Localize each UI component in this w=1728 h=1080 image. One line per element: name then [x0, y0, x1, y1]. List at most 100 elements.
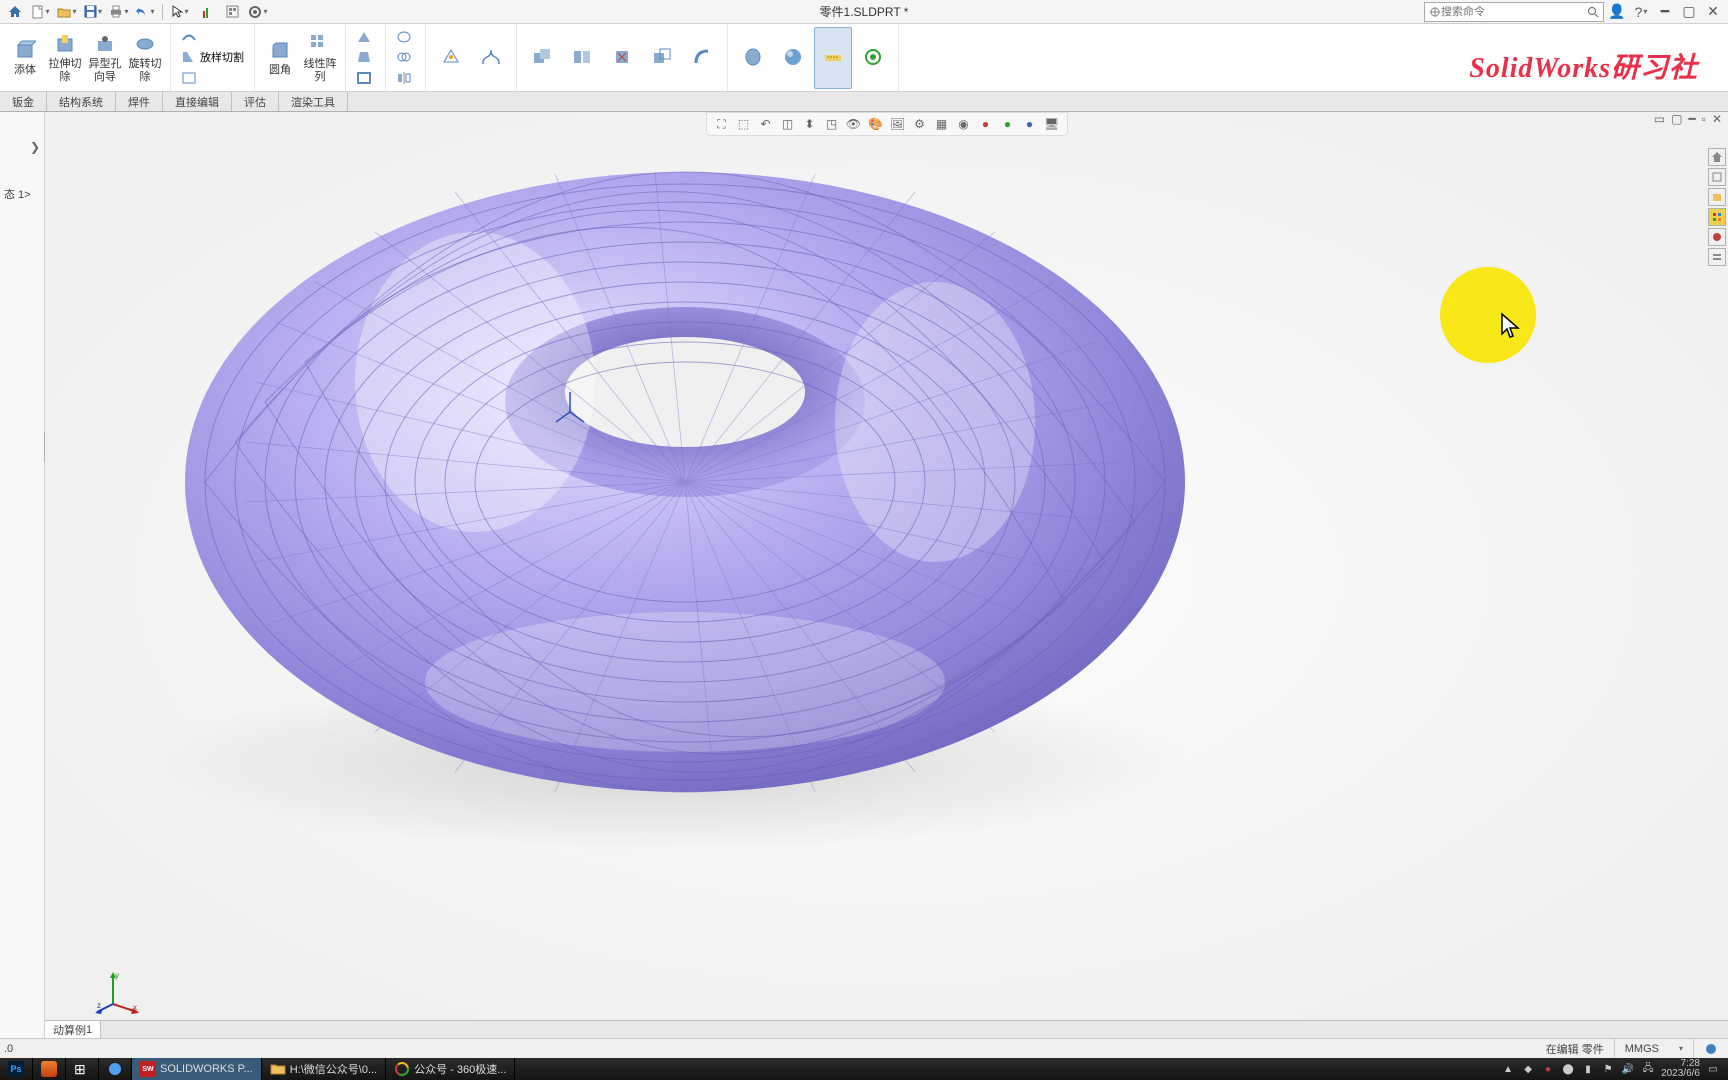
- tab-render[interactable]: 渲染工具: [279, 92, 348, 111]
- tray-d-icon[interactable]: ▮: [1581, 1062, 1595, 1076]
- svg-text:z: z: [97, 1001, 101, 1010]
- doc-close-icon[interactable]: ▫: [1702, 112, 1706, 126]
- tab-direct-edit[interactable]: 直接编辑: [163, 92, 232, 111]
- doc-min-icon[interactable]: ▭: [1654, 112, 1665, 126]
- minimize-button[interactable]: ━: [1654, 2, 1676, 22]
- tray-a-icon[interactable]: ◆: [1521, 1062, 1535, 1076]
- tray-clock[interactable]: 7:28 2023/6/6: [1661, 1059, 1700, 1079]
- wrap-button[interactable]: [392, 27, 419, 47]
- tray-net-icon[interactable]: 🖧: [1641, 1062, 1655, 1076]
- options-icon[interactable]: [221, 2, 243, 22]
- mirror-button[interactable]: [392, 68, 419, 88]
- status-units[interactable]: MMGS ▾: [1615, 1039, 1694, 1058]
- tray-up-icon[interactable]: ▲: [1501, 1062, 1515, 1076]
- select-icon[interactable]: ▾: [169, 2, 191, 22]
- ribbon: 添体 拉伸切 除 异型孔 向导 旋转切 除 放样切割 圆角 线性阵 列: [0, 24, 1728, 92]
- open-icon[interactable]: ▾: [56, 2, 78, 22]
- taskpane-resources-icon[interactable]: [1708, 168, 1726, 186]
- tray-c-icon[interactable]: ⬤: [1561, 1062, 1575, 1076]
- doc-tab-motion[interactable]: 动算例 1: [45, 1021, 101, 1038]
- taskpane-design-lib-icon[interactable]: [1708, 188, 1726, 206]
- expand-chevron-icon[interactable]: ❯: [30, 140, 40, 154]
- settings-icon[interactable]: ▾: [247, 2, 269, 22]
- taskbar-browser[interactable]: 公众号 - 360极速...: [386, 1058, 515, 1080]
- ref-geometry-button[interactable]: [432, 27, 470, 89]
- rib-button[interactable]: [352, 27, 379, 47]
- search-icon: [1587, 6, 1599, 18]
- search-input[interactable]: [1441, 6, 1587, 18]
- move-copy-button[interactable]: [643, 27, 681, 89]
- doc-max-icon[interactable]: ▢: [1671, 112, 1682, 126]
- search-target-icon: [1429, 6, 1441, 18]
- status-bar: .0 在编辑 零件 MMGS ▾: [0, 1038, 1728, 1058]
- close-button[interactable]: ✕: [1702, 2, 1724, 22]
- status-macro-icon[interactable]: [1694, 1039, 1728, 1058]
- tray-e-icon[interactable]: ⚑: [1601, 1062, 1615, 1076]
- taskpane-home-icon[interactable]: [1708, 148, 1726, 166]
- combine-button[interactable]: [523, 27, 561, 89]
- delete-keep-button[interactable]: [603, 27, 641, 89]
- body-button[interactable]: 添体: [6, 27, 44, 89]
- linear-pattern-button[interactable]: 线性阵 列: [301, 27, 339, 89]
- fillet-button[interactable]: 圆角: [261, 27, 299, 89]
- print-icon[interactable]: ▾: [108, 2, 130, 22]
- taskbar-explorer[interactable]: H:\微信公众号\0...: [262, 1058, 386, 1080]
- hole-wizard-button[interactable]: 异型孔 向导: [86, 27, 124, 89]
- tab-weldment[interactable]: 焊件: [116, 92, 163, 111]
- main-area: ❯ 态 1> ⛶ ⬚ ↶ ◫ ⬍ ◳ 👁 🎨 🖼 ⚙ ▦ ◉ ● ● ● 🖥 ▭…: [0, 112, 1728, 1038]
- shell-button[interactable]: [352, 68, 379, 88]
- graphics-viewport[interactable]: ⛶ ⬚ ↶ ◫ ⬍ ◳ 👁 🎨 🖼 ⚙ ▦ ◉ ● ● ● 🖥 ▭ ▢ ━ ▫ …: [45, 112, 1728, 1038]
- tab-sheetmetal[interactable]: 钣金: [0, 92, 47, 111]
- revolve-cut-button[interactable]: 旋转切 除: [126, 27, 164, 89]
- realview-button[interactable]: [774, 27, 812, 89]
- rebuild-icon[interactable]: [195, 2, 217, 22]
- tray-b-icon[interactable]: ●: [1541, 1062, 1555, 1076]
- view-triad[interactable]: y x z: [95, 970, 141, 1016]
- bend-button[interactable]: [683, 27, 721, 89]
- save-icon[interactable]: ▾: [82, 2, 104, 22]
- tab-evaluate[interactable]: 评估: [232, 92, 279, 111]
- tray-sound-icon[interactable]: 🔊: [1621, 1062, 1635, 1076]
- taskbar-app1[interactable]: [33, 1058, 66, 1080]
- search-box[interactable]: [1424, 2, 1604, 22]
- maximize-button[interactable]: ▢: [1678, 2, 1700, 22]
- undo-icon[interactable]: ▾: [134, 2, 156, 22]
- doc-x-icon[interactable]: ✕: [1712, 112, 1722, 126]
- taskbar-app3[interactable]: [99, 1058, 132, 1080]
- cursor-highlight: [1440, 267, 1536, 363]
- command-manager-tabs: 钣金 结构系统 焊件 直接编辑 评估 渲染工具: [0, 92, 1728, 112]
- quick-access-toolbar: ▾ ▾ ▾ ▾ ▾ ▾ ▾ 零件1.SLDPRT * 👤 ?▾ ━ ▢ ✕: [0, 0, 1728, 24]
- status-coord: .0: [0, 1039, 23, 1058]
- svg-text:y: y: [115, 971, 119, 980]
- window-title: 零件1.SLDPRT *: [820, 3, 909, 20]
- system-tray: ▲ ◆ ● ⬤ ▮ ⚑ 🔊 🖧 7:28 2023/6/6 ▭: [1493, 1059, 1728, 1079]
- loft-cut-button[interactable]: 放样切割: [177, 47, 248, 67]
- new-icon[interactable]: ▾: [30, 2, 52, 22]
- home-icon[interactable]: [4, 2, 26, 22]
- taskpane-explorer-icon[interactable]: [1708, 208, 1726, 226]
- intersect-button[interactable]: [392, 47, 419, 67]
- taskbar-ps[interactable]: Ps: [0, 1058, 33, 1080]
- tray-desktop-icon[interactable]: ▭: [1706, 1062, 1720, 1076]
- document-tabs: 动算例 1: [45, 1020, 1728, 1038]
- instant3d-button[interactable]: [814, 27, 852, 89]
- split-button[interactable]: [563, 27, 601, 89]
- boundary-cut-button[interactable]: [177, 68, 248, 88]
- help-icon[interactable]: ?▾: [1630, 2, 1652, 22]
- taskpane-appearance-icon[interactable]: [1708, 248, 1726, 266]
- draft-button[interactable]: [352, 47, 379, 67]
- doc-restore-icon[interactable]: ━: [1688, 112, 1695, 126]
- extrude-cut-button[interactable]: 拉伸切 除: [46, 27, 84, 89]
- torus-model[interactable]: [175, 122, 1195, 802]
- taskpane-view-icon[interactable]: [1708, 228, 1726, 246]
- feature-tree-panel: ❯ 态 1>: [0, 112, 45, 1038]
- tab-structure[interactable]: 结构系统: [47, 92, 116, 111]
- taskbar-solidworks[interactable]: SWSOLIDWORKS P...: [132, 1058, 262, 1080]
- taskbar-app2[interactable]: ⊞: [66, 1058, 99, 1080]
- sweep-cut-button[interactable]: [177, 27, 248, 47]
- curve-button[interactable]: [472, 27, 510, 89]
- status-edit-state: 在编辑 零件: [1536, 1039, 1615, 1058]
- user-icon[interactable]: 👤: [1606, 2, 1628, 22]
- translate-name-button[interactable]: [854, 27, 892, 89]
- wrap2-button[interactable]: [734, 27, 772, 89]
